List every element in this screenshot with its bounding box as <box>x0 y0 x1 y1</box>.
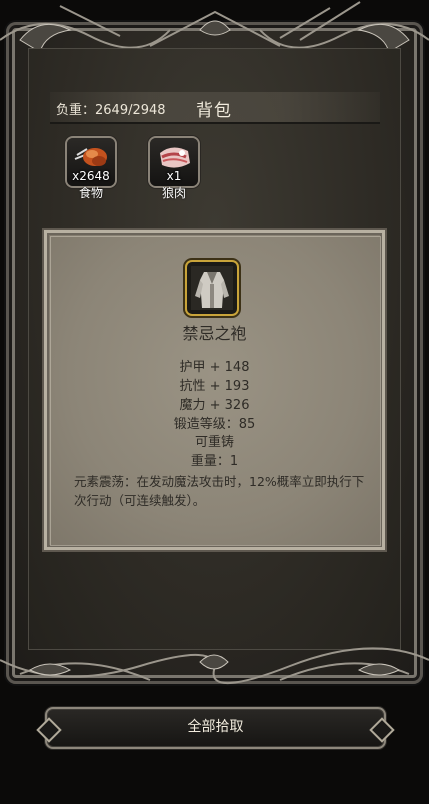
pickup-all-button[interactable]: 全部拾取 <box>36 707 395 749</box>
inventory-slot-food[interactable]: x2648 <box>67 138 115 186</box>
button-left-ornament <box>36 717 62 743</box>
weight-capacity-label: 负重：2649/2948 <box>56 103 166 118</box>
item-name: 禁忌之袍 <box>182 324 247 343</box>
item-effect-description: 元素震荡：在发动魔法攻击时，12%概率立即执行下次行动（可连续触发）。 <box>74 474 365 508</box>
item-quantity: x1 <box>166 169 182 183</box>
button-right-ornament <box>369 717 395 743</box>
item-detail-icon-frame <box>187 262 237 314</box>
inventory-slot-wolf-meat[interactable]: x1 <box>150 138 198 186</box>
item-stat-magic: 魔力 + 326 <box>179 398 250 413</box>
item-stat-forge-level: 锻造等级：85 <box>173 417 256 432</box>
inventory-title: 背包 <box>196 101 232 121</box>
pickup-all-label: 全部拾取 <box>187 719 244 735</box>
robe-armor-icon <box>191 266 233 310</box>
item-label: 食物 <box>78 186 103 200</box>
item-stat-weight: 重量：1 <box>190 454 239 469</box>
item-stat-reforgeable: 可重铸 <box>194 435 234 450</box>
item-label: 狼肉 <box>161 186 186 200</box>
item-stat-resistance: 抗性 + 193 <box>179 379 250 394</box>
item-quantity: x2648 <box>72 169 110 183</box>
item-stat-armor: 护甲 + 148 <box>179 360 250 375</box>
